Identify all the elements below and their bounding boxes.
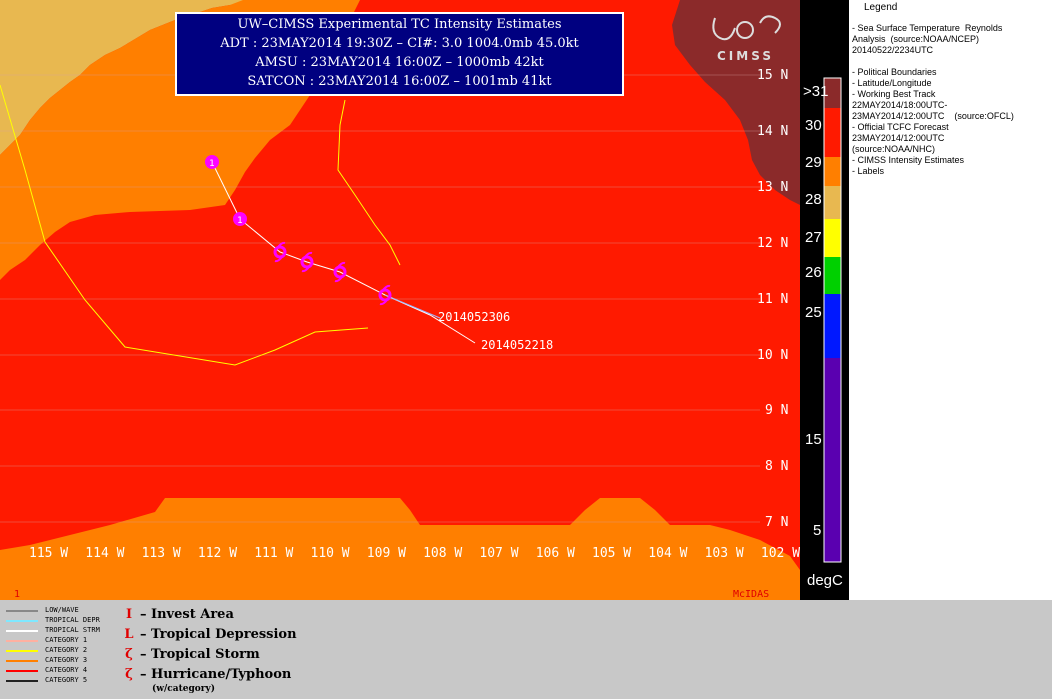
symbol-legend-note: (w/category) — [152, 684, 216, 694]
latitude-label: 12 N — [757, 236, 789, 251]
scale-bar-25 — [824, 294, 841, 358]
color-scale-label: 30 — [805, 117, 822, 134]
color-scale-label: >31 — [803, 83, 829, 100]
color-scale-label: 27 — [805, 229, 822, 246]
color-scale-label: 25 — [805, 304, 822, 321]
track-legend-swatch — [6, 650, 38, 652]
symbol-legend-row: ζ – Hurricane/Typhoon — [118, 667, 291, 682]
track-legend-label: TROPICAL STRM — [45, 626, 100, 634]
legend-entry: - Political Boundaries — [852, 67, 937, 77]
longitude-label: 113 W — [141, 546, 181, 561]
scale-bar-29 — [824, 157, 841, 186]
latitude-label: 14 N — [757, 124, 789, 139]
legend-entry: - Sea Surface Temperature Reynolds — [852, 23, 1003, 33]
symbol-legend-row: I – Invest Area — [118, 607, 234, 622]
adt-line: ADT : 23MAY2014 19:30Z – CI#: 3.0 1004.0… — [220, 36, 579, 51]
svg-text:1: 1 — [237, 216, 243, 226]
longitude-label: 106 W — [535, 546, 575, 561]
latitude-label: 15 N — [757, 68, 789, 83]
track-legend-swatch — [6, 660, 38, 662]
latitude-label: 11 N — [757, 292, 789, 307]
invest-area-icon: 1 — [205, 155, 219, 169]
track-legend-label: LOW/WAVE — [45, 606, 79, 614]
legend-entry: - CIMSS Intensity Estimates — [852, 155, 965, 165]
scale-bar-cold — [824, 358, 841, 562]
invest-area-icon: I — [125, 607, 133, 622]
longitude-label: 105 W — [592, 546, 632, 561]
tropical-depression-icon: L — [124, 627, 134, 642]
longitude-label: 103 W — [704, 546, 744, 561]
satcon-line: SATCON : 23MAY2014 16:00Z – 1001mb 41kt — [247, 74, 552, 89]
symbol-legend-label: – Invest Area — [140, 607, 234, 622]
track-legend-label: CATEGORY 2 — [45, 646, 88, 654]
track-legend-swatch — [6, 620, 38, 622]
longitude-label: 109 W — [366, 546, 406, 561]
color-scale-label: 15 — [805, 431, 822, 448]
legend-heading: Legend — [864, 2, 898, 13]
longitude-label: 110 W — [310, 546, 350, 561]
mcidas-label: McIDAS — [733, 589, 769, 600]
legend-entry: - Official TCFC Forecast — [852, 122, 949, 132]
track-legend-label: CATEGORY 4 — [45, 666, 88, 674]
longitude-label: 112 W — [197, 546, 238, 561]
track-legend-label: CATEGORY 1 — [45, 636, 88, 644]
track-legend-panel: LOW/WAVE TROPICAL DEPR TROPICAL STRM CATEGO… — [0, 600, 1052, 699]
scale-bar-28 — [824, 186, 841, 219]
hurricane-icon: ζ — [125, 667, 133, 682]
longitude-label: 108 W — [423, 546, 463, 561]
longitude-label: 102 W — [760, 546, 801, 561]
svg-text:1: 1 — [209, 159, 215, 169]
scale-unit: degC — [807, 572, 843, 589]
legend-entry: - Latitude/Longitude — [852, 78, 932, 88]
symbol-legend-row: ζ – Tropical Storm — [118, 647, 260, 662]
longitude-label: 115 W — [29, 546, 69, 561]
intensity-estimates-box: UW–CIMSS Experimental TC Intensity Estim… — [175, 12, 624, 96]
legend-entry: 23MAY2014/12:00UTC — [852, 133, 945, 143]
legend-entry: 20140522/2234UTC — [852, 45, 934, 55]
legend-entry: (source:NOAA/NHC) — [852, 144, 936, 154]
legend-entry: 23MAY2014/12:00UTC (source:OFCL) — [852, 111, 1014, 121]
longitude-label: 107 W — [479, 546, 519, 561]
scale-bar-27 — [824, 219, 841, 257]
legend-panel: Legend - Sea Surface Temperature Reynold… — [849, 0, 1052, 600]
symbol-legend-label: – Hurricane/Typhoon — [140, 667, 292, 682]
legend-entry: - Labels — [852, 166, 885, 176]
latitude-label: 7 N — [765, 515, 789, 530]
track-legend-label: CATEGORY 5 — [45, 676, 88, 684]
latitude-label: 13 N — [757, 180, 789, 195]
longitude-label: 111 W — [254, 546, 294, 561]
latitude-label: 8 N — [765, 459, 789, 474]
title-line: UW–CIMSS Experimental TC Intensity Estim… — [237, 17, 562, 32]
track-legend-swatch — [6, 680, 38, 682]
track-label-2014052218: 2014052218 — [481, 338, 553, 352]
amsu-line: AMSU : 23MAY2014 16:00Z – 1000mb 42kt — [255, 55, 544, 70]
track-legend-swatch — [6, 610, 38, 612]
track-legend-swatch — [6, 640, 38, 642]
track-legend-label: TROPICAL DEPR — [45, 616, 100, 624]
legend-entry: - Working Best Track — [852, 89, 936, 99]
frame-number: 1 — [14, 589, 20, 600]
legend-entry: 22MAY2014/18:00UTC- — [852, 100, 948, 110]
color-scale-label: 28 — [805, 191, 822, 208]
symbol-legend-label: – Tropical Depression — [140, 627, 297, 642]
symbol-legend-row: L – Tropical Depression — [118, 627, 297, 642]
longitude-label: 114 W — [85, 546, 125, 561]
color-scale-label: 5 — [813, 522, 822, 539]
longitude-label: 104 W — [648, 546, 688, 561]
latitude-label: 9 N — [765, 403, 789, 418]
track-legend-swatch — [6, 630, 38, 632]
scale-bar-30 — [824, 108, 841, 157]
symbol-legend-label: – Tropical Storm — [140, 647, 260, 662]
track-legend-label: CATEGORY 3 — [45, 656, 88, 664]
invest-area-icon: 1 — [233, 212, 247, 226]
scale-bar-26 — [824, 257, 841, 294]
latitude-label: 10 N — [757, 348, 789, 363]
track-legend-swatch — [6, 670, 38, 672]
color-scale-label: 26 — [805, 264, 822, 281]
legend-entry: Analysis (source:NOAA/NCEP) — [852, 34, 980, 44]
track-label-2014052306: 2014052306 — [438, 310, 510, 324]
color-scale-label: 29 — [805, 154, 822, 171]
svg-text:CIMSS: CIMSS — [717, 49, 774, 63]
tropical-storm-icon: ζ — [125, 647, 133, 662]
